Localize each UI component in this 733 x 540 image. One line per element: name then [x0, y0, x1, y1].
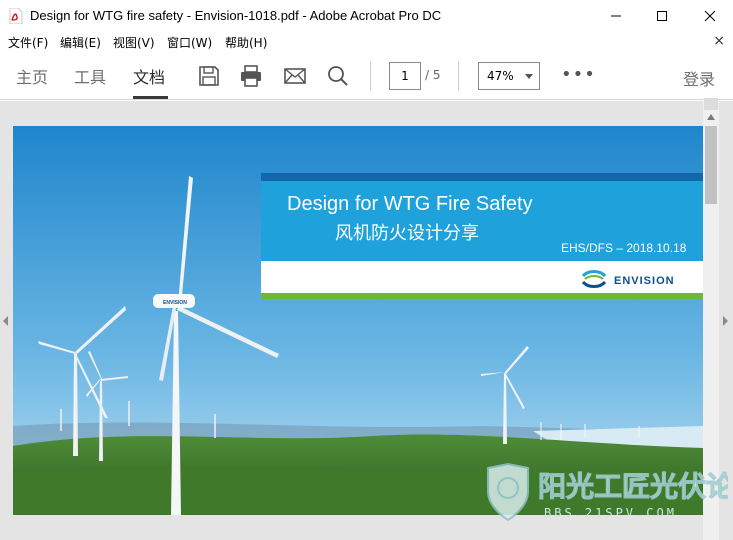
maximize-button[interactable]	[639, 0, 685, 32]
left-panel-toggle-icon[interactable]	[3, 316, 8, 326]
menu-help[interactable]: 帮助(H)	[225, 34, 267, 51]
brand-name: ENVISION	[614, 275, 675, 287]
right-panel-toggle-icon[interactable]	[723, 316, 728, 326]
tab-home[interactable]: 主页	[16, 64, 48, 88]
page-total: / 5	[425, 68, 441, 82]
login-button[interactable]: 登录	[683, 66, 715, 90]
zoom-select[interactable]: 47%	[478, 62, 540, 90]
menu-bar: 文件(F) 编辑(E) 视图(V) 窗口(W) 帮助(H) ×	[0, 32, 733, 52]
menu-window[interactable]: 窗口(W)	[167, 34, 212, 51]
svg-text:ENVISION: ENVISION	[163, 300, 187, 306]
zoom-value: 47%	[487, 69, 514, 83]
scroll-up-arrow-icon	[707, 114, 715, 120]
toolbar: 主页 工具 文档	[0, 52, 733, 100]
scrollbar-thumb[interactable]	[705, 126, 717, 204]
pdf-page: ENVISION Design for WTG Fire Safety 风机防火…	[13, 126, 703, 515]
close-button[interactable]	[687, 0, 733, 32]
svg-text:阳光工匠光伏论坛: 阳光工匠光伏论坛	[538, 470, 728, 503]
toolbar-separator	[370, 62, 371, 90]
search-icon[interactable]	[326, 64, 350, 88]
slide-date: EHS/DFS – 2018.10.18	[561, 241, 687, 255]
minimize-icon	[611, 15, 621, 17]
print-icon[interactable]	[239, 64, 263, 88]
menu-file[interactable]: 文件(F)	[8, 34, 48, 51]
pdf-file-icon	[9, 8, 23, 24]
active-tab-indicator	[133, 96, 168, 99]
scroll-up-button[interactable]	[704, 98, 718, 110]
menu-edit[interactable]: 编辑(E)	[60, 34, 101, 51]
tab-document[interactable]: 文档	[133, 64, 165, 88]
banner-green-line	[261, 293, 703, 299]
close-icon	[704, 10, 716, 22]
tab-tools[interactable]: 工具	[74, 64, 106, 88]
envision-logo-icon	[581, 270, 607, 288]
menu-view[interactable]: 视图(V)	[113, 34, 155, 51]
forum-site-text: BBS.21SPV.COM	[544, 506, 677, 520]
maximize-icon	[657, 11, 667, 21]
forum-watermark-logo: 阳光工匠光伏论坛 BBS.21SPV.COM	[487, 462, 728, 522]
minimize-button[interactable]	[593, 0, 639, 32]
save-icon[interactable]	[197, 64, 221, 88]
chevron-down-icon	[525, 74, 533, 79]
banner-stripe	[261, 173, 703, 181]
more-options-icon[interactable]: •••	[561, 64, 596, 85]
title-bar: Design for WTG fire safety - Envision-10…	[0, 0, 733, 32]
slide-title: Design for WTG Fire Safety	[287, 193, 533, 215]
slide-subtitle: 风机防火设计分享	[335, 223, 479, 244]
toolbar-separator	[458, 62, 459, 90]
window-title: Design for WTG fire safety - Envision-10…	[30, 8, 442, 23]
page-number-input[interactable]: 1	[389, 62, 421, 90]
close-document-icon[interactable]: ×	[713, 33, 725, 49]
mail-icon[interactable]	[283, 64, 307, 88]
